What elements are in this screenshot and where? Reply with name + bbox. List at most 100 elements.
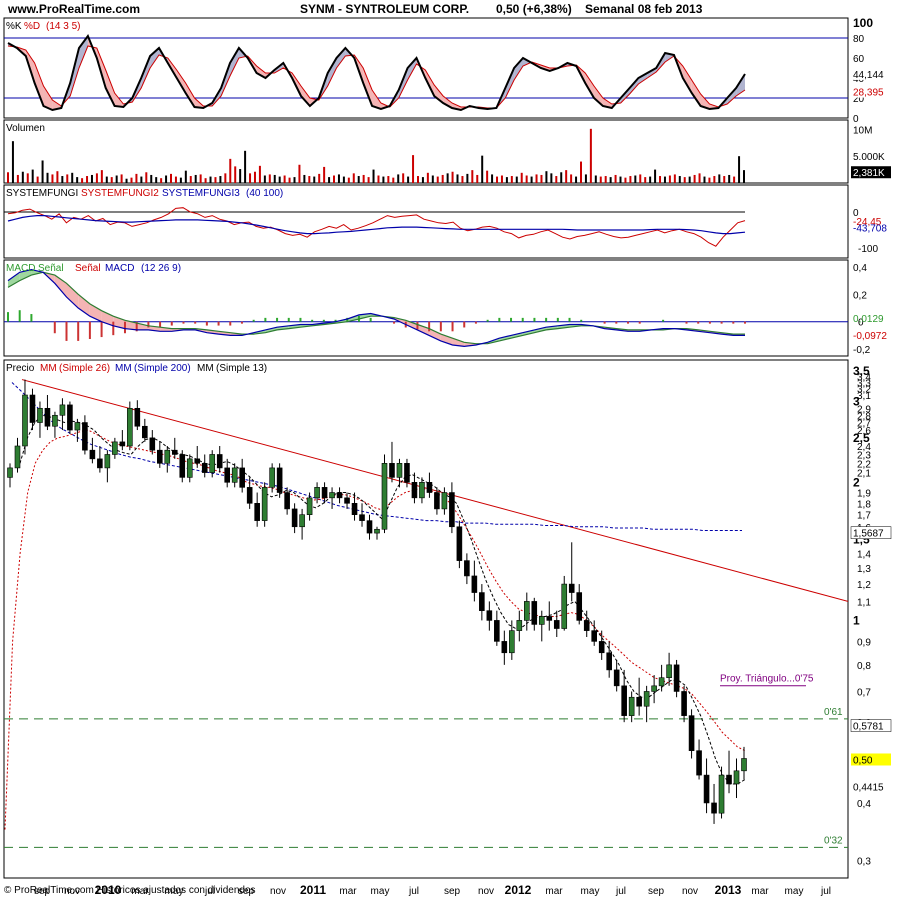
systemfungi-legend-b: SYSTEMFUNGI2 <box>81 188 159 199</box>
price-candle-body <box>112 441 118 455</box>
price-candle-body <box>456 526 463 561</box>
price-candle-body <box>239 467 245 488</box>
price-candle-body <box>284 492 290 510</box>
price-candle-body <box>374 528 380 534</box>
price-candle-body <box>201 463 208 473</box>
price-candle-body <box>29 394 36 423</box>
stochastic-panel[interactable]: 100806040200%K%D(14 3 5)44,14428,395 <box>3 16 891 125</box>
price-candle-body <box>261 487 268 521</box>
price-legend-price: Precio <box>6 363 35 374</box>
price-candle-body <box>628 696 635 716</box>
price-level-label: 0'61 <box>824 707 843 718</box>
price-candle-body <box>681 691 687 716</box>
price-candle-body <box>82 422 88 451</box>
macd-panel[interactable]: MACD Señal Señal MACD (12 26 9) 0,40,20-0,20,… <box>3 259 887 357</box>
price-ytick: 0,3 <box>857 856 871 867</box>
price-candle-body <box>636 696 642 707</box>
price-candle-body <box>464 560 470 577</box>
price-candle-body <box>67 404 73 431</box>
volume-legend: Volumen <box>6 123 45 134</box>
volume-frame <box>3 119 849 184</box>
x-tick-label: may <box>785 886 804 897</box>
x-tick-label: nov <box>478 886 494 897</box>
price-candle-body <box>44 407 51 427</box>
systemfungi-legend-c: SYSTEMFUNGI3 <box>162 188 240 199</box>
x-tick-label: sep <box>444 886 461 897</box>
price-ytick: 1,4 <box>857 549 871 560</box>
x-tick-label: may <box>581 886 600 897</box>
price-candle-body <box>164 449 171 464</box>
price-last-price: 0,50 <box>853 755 873 766</box>
price-candle-body <box>673 664 680 692</box>
macd-legend-params: (12 26 9) <box>141 263 181 274</box>
price-candle-body <box>479 592 485 611</box>
price-candle-body <box>621 685 627 716</box>
macd-legend-b: Señal <box>38 263 64 274</box>
price-candle-body <box>104 454 111 469</box>
price-candle-body <box>449 492 455 528</box>
price-candle-body <box>149 437 156 451</box>
price-candle-body <box>509 630 515 654</box>
price-candle-body <box>359 514 365 521</box>
price-legend-mm26-params: (Simple 26) <box>59 363 110 374</box>
price-candle-body <box>733 770 740 785</box>
price-candle-body <box>52 414 58 427</box>
price-candle-body <box>643 691 650 707</box>
price-candle-body <box>381 463 388 530</box>
price-candle-body <box>516 620 523 631</box>
price-ytick: 2,6 <box>857 426 871 437</box>
price-candle-body <box>494 620 500 642</box>
systemfungi-panel[interactable]: SYSTEMFUNGI SYSTEMFUNGI2 SYSTEMFUNGI3 (40 1… <box>3 184 887 259</box>
price-candle-body <box>471 575 478 593</box>
macd-legend-a: MACD <box>6 263 35 274</box>
price-ytick-major: 1 <box>853 613 860 627</box>
stochastic-frame <box>3 17 849 119</box>
price-candle-body <box>523 601 530 621</box>
x-tick-label: sep <box>648 886 665 897</box>
price-level-label: 0'32 <box>824 835 843 846</box>
price-candle-body <box>411 482 418 499</box>
systemfungi-legend-params: (40 100) <box>246 188 283 199</box>
x-tick-label: jul <box>615 886 626 897</box>
volume-ytick: 10M <box>853 125 872 136</box>
price-ytick: 0,7 <box>857 687 871 698</box>
price-candle-body <box>583 620 590 631</box>
price-candle-body <box>726 774 732 785</box>
price-candle-body <box>269 467 275 488</box>
x-tick-label: nov <box>270 886 286 897</box>
price-candle-body <box>246 487 253 504</box>
macd-last-b: -0,0972 <box>853 331 887 342</box>
x-tick-label: mar <box>339 886 357 897</box>
price-panel[interactable]: 0'610'32Proy. Triángulo...0'75Precio MM (S… <box>3 359 892 879</box>
volume-panel[interactable]: Volumen 10M 5.000K 2,381K <box>3 119 891 184</box>
price-candle-body <box>389 463 395 478</box>
price-annotation: Proy. Triángulo...0'75 <box>720 674 814 685</box>
price-candle-body <box>486 610 493 621</box>
price-candle-body <box>434 492 440 510</box>
systemfungi-ytick: -100 <box>858 244 878 255</box>
chart-canvas[interactable]: 100806040200%K%D(14 3 5)44,14428,395 Vol… <box>0 0 900 900</box>
price-candle-body <box>501 641 508 654</box>
price-ytick: 0,4 <box>857 799 871 810</box>
macd-ytick: 0,2 <box>853 290 867 301</box>
price-candle-body <box>231 467 238 483</box>
macd-last-a: 0,0129 <box>853 314 884 325</box>
x-tick-label: mar <box>545 886 563 897</box>
price-ytick: 1,2 <box>857 580 871 591</box>
price-candle-body <box>396 463 403 478</box>
price-candle-body <box>351 503 358 515</box>
price-legend-mm13-params: (Simple 13) <box>216 363 267 374</box>
stochastic-legend-k: %K <box>6 21 22 32</box>
price-candle-body <box>134 407 141 427</box>
stochastic-last-k: 44,144 <box>853 70 884 81</box>
price-candle-body <box>531 601 538 625</box>
price-candle-body <box>703 774 710 804</box>
x-tick-label: jul <box>408 886 419 897</box>
macd-ytick: 0,4 <box>853 263 867 274</box>
x-tick-label: nov <box>682 886 698 897</box>
price-candle-body <box>209 454 216 473</box>
price-ytick: 0,9 <box>857 637 871 648</box>
price-candle-body <box>14 445 21 469</box>
price-candle-body <box>74 422 81 431</box>
x-tick-label: jul <box>820 886 831 897</box>
